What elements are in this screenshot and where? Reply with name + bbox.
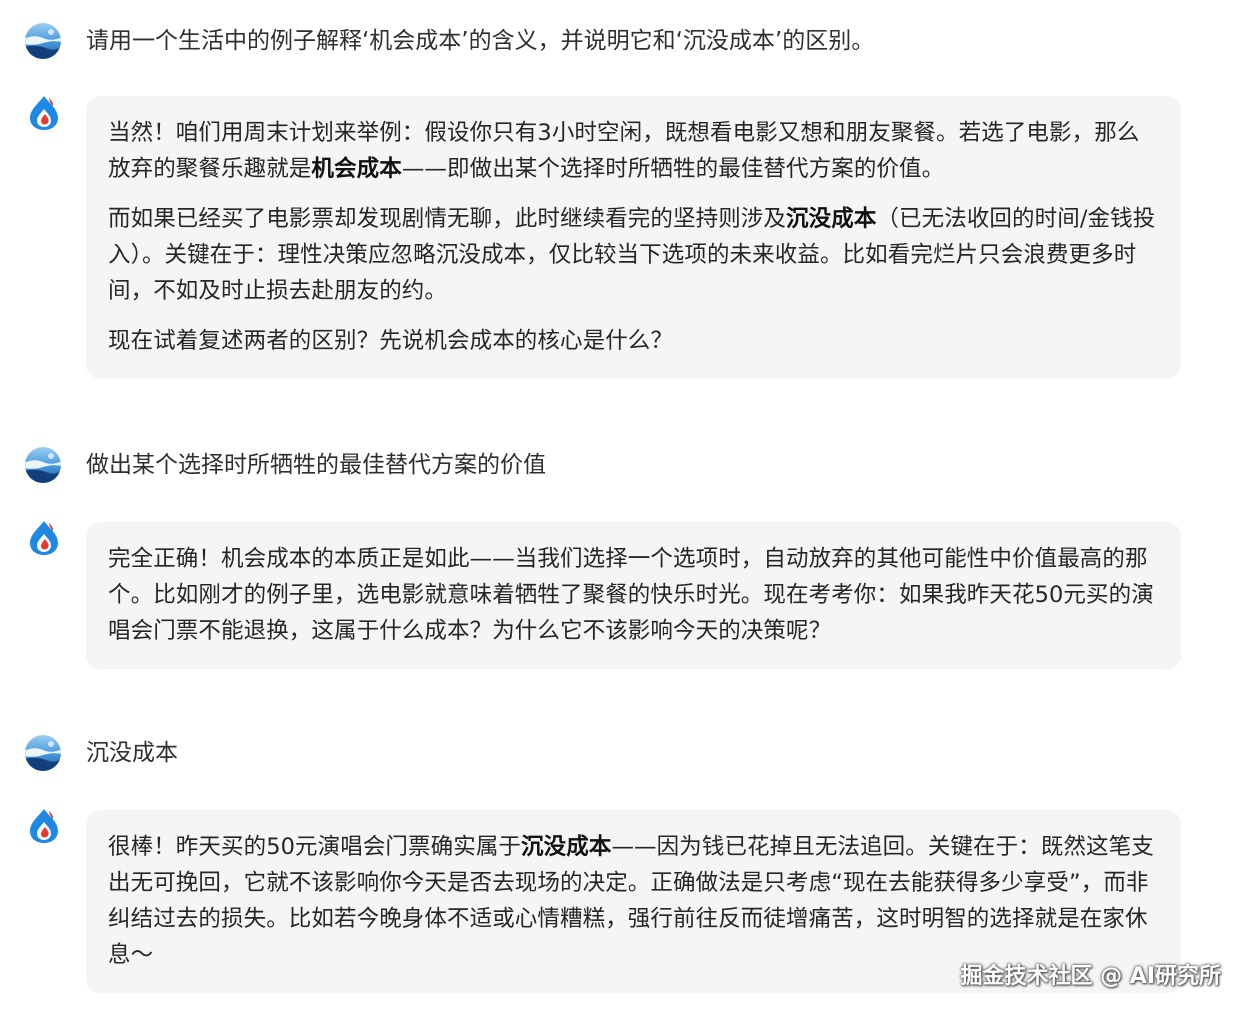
user-message-1: 请用一个生活中的例子解释‘机会成本’的含义，并说明它和‘沉没成本’的区别。 [0,22,1247,62]
text-span: 很棒！昨天买的50元演唱会门票确实属于 [108,834,522,860]
user-message-text: 请用一个生活中的例子解释‘机会成本’的含义，并说明它和‘沉没成本’的区别。 [86,28,875,54]
user-message-2: 做出某个选择时所牺牲的最佳替代方案的价值 [0,446,1247,486]
bold-term: 沉没成本 [521,834,612,860]
ai-message-paragraph: 完全正确！机会成本的本质正是如此——当我们选择一个选项时，自动放弃的其他可能性中… [108,546,1154,644]
user-message-3: 沉没成本 [0,734,1247,774]
ai-message-paragraph: 很棒！昨天买的50元演唱会门票确实属于沉没成本——因为钱已花掉且无法追回。关键在… [108,829,1159,973]
ai-message-paragraph: 当然！咱们用周末计划来举例：假设你只有3小时空闲，既想看电影又想和朋友聚餐。若选… [108,115,1159,187]
ai-message-bubble-1: 当然！咱们用周末计划来举例：假设你只有3小时空闲，既想看电影又想和朋友聚餐。若选… [86,96,1181,379]
bold-term: 沉没成本 [786,206,877,232]
user-avatar-icon [24,446,62,484]
user-avatar-icon [24,22,62,60]
user-message-text: 做出某个选择时所牺牲的最佳替代方案的价值 [86,452,546,478]
ai-avatar-icon [27,808,61,844]
ai-avatar-icon [27,95,61,131]
text-span: 而如果已经买了电影票却发现剧情无聊，此时继续看完的坚持则涉及 [108,206,787,232]
text-span: ——即做出某个选择时所牺牲的最佳替代方案的价值。 [401,156,945,182]
watermark: 掘金技术社区 @ AI研究所 [960,964,1221,989]
bold-term: 机会成本 [311,156,402,182]
ai-avatar-icon [27,520,61,556]
ai-message-paragraph: 而如果已经买了电影票却发现剧情无聊，此时继续看完的坚持则涉及沉没成本（已无法收回… [108,201,1159,309]
user-message-text: 沉没成本 [86,740,178,766]
ai-message-paragraph: 现在试着复述两者的区别？先说机会成本的核心是什么？ [108,328,674,354]
ai-message-bubble-2: 完全正确！机会成本的本质正是如此——当我们选择一个选项时，自动放弃的其他可能性中… [86,522,1181,669]
user-avatar-icon [24,734,62,772]
